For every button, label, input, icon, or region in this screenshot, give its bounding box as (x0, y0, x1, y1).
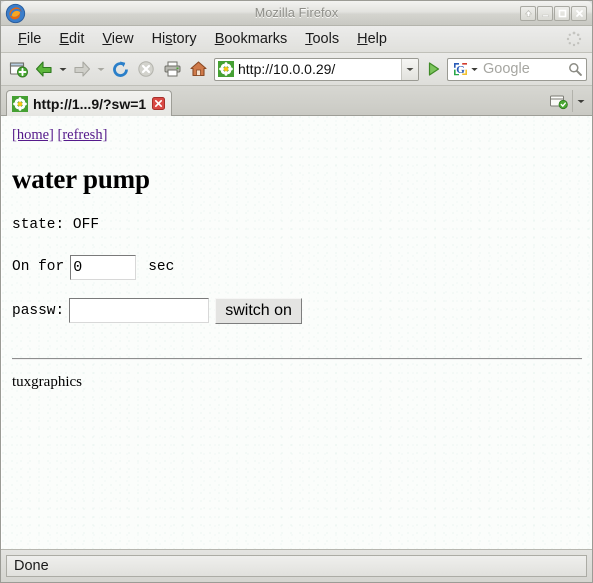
url-dropdown-chevron-down-icon[interactable] (401, 58, 418, 80)
page-favicon-flower-icon (218, 61, 234, 77)
on-for-label: On for (12, 259, 65, 276)
password-input[interactable] (69, 298, 210, 324)
password-label: passw: (12, 302, 65, 319)
close-button[interactable] (571, 5, 587, 21)
reload-icon[interactable] (108, 57, 132, 81)
search-engine-chevron-down-icon[interactable] (469, 67, 480, 72)
link-home[interactable]: [home] (12, 127, 54, 143)
menu-bar: File Edit View History Bookmarks Tools H… (1, 26, 592, 53)
tab-bar: http://1...9/?sw=1 (1, 86, 592, 116)
menu-help[interactable]: Help (348, 29, 396, 49)
page-content: [home] [refresh] water pump state: OFF O… (1, 116, 592, 549)
page-title: water pump (12, 163, 150, 194)
go-arrow-icon[interactable] (423, 57, 445, 81)
status-panel: Done (6, 555, 587, 577)
window-controls (520, 5, 587, 21)
new-tab-icon[interactable] (6, 57, 30, 81)
seconds-input[interactable] (70, 254, 137, 280)
tab-water-pump[interactable]: http://1...9/?sw=1 (6, 90, 173, 116)
forward-dropdown-chevron-down-icon (96, 57, 106, 81)
url-input[interactable]: http://10.0.0.29/ (238, 61, 401, 77)
seconds-unit-label: sec (148, 259, 175, 276)
firefox-logo-icon (5, 3, 26, 23)
menu-tools[interactable]: Tools (296, 29, 348, 49)
search-bar[interactable]: G Google (447, 57, 587, 81)
throbber-idle-icon (566, 31, 582, 47)
page-favicon-flower-icon (12, 95, 28, 112)
device-state: state: OFF (12, 216, 100, 233)
shade-button[interactable] (520, 5, 536, 21)
menu-history[interactable]: History (143, 29, 206, 49)
status-bar: Done (1, 549, 592, 582)
google-g-icon[interactable]: G (451, 61, 469, 77)
status-text: Done (14, 558, 49, 574)
svg-text:G: G (456, 64, 465, 76)
navigation-toolbar: http://10.0.0.29/ G Google (1, 53, 592, 86)
url-bar[interactable]: http://10.0.0.29/ (214, 57, 419, 81)
horizontal-rule (12, 357, 582, 360)
print-icon[interactable] (160, 57, 184, 81)
maximize-button[interactable] (554, 5, 570, 21)
back-dropdown-chevron-down-icon[interactable] (58, 57, 68, 81)
forward-arrow-icon (70, 57, 94, 81)
page-footer: tuxgraphics (12, 373, 82, 390)
link-refresh[interactable]: [refresh] (58, 127, 108, 143)
search-input[interactable]: Google (480, 61, 564, 77)
tab-title: http://1...9/?sw=1 (33, 95, 147, 112)
menu-bookmarks[interactable]: Bookmarks (206, 29, 297, 49)
tab-close-icon[interactable] (151, 96, 166, 111)
list-all-tabs-icon[interactable] (546, 90, 570, 112)
firefox-window: Mozilla Firefox File Edit View History B… (0, 0, 593, 583)
home-icon[interactable] (186, 57, 210, 81)
title-bar[interactable]: Mozilla Firefox (1, 1, 592, 26)
window-title: Mozilla Firefox (254, 6, 339, 20)
page-nav-links: [home] [refresh] (12, 127, 582, 144)
search-magnifier-icon[interactable] (564, 62, 586, 76)
minimize-button[interactable] (537, 5, 553, 21)
tab-bar-controls (546, 90, 592, 115)
switch-on-button[interactable]: switch on (215, 297, 302, 324)
menu-edit[interactable]: Edit (50, 29, 93, 49)
password-row: passw: switch on (12, 297, 582, 324)
duration-row: On for sec (12, 254, 582, 280)
menu-file[interactable]: File (9, 29, 50, 49)
menu-view[interactable]: View (93, 29, 142, 49)
stop-icon (134, 57, 158, 81)
back-arrow-icon[interactable] (32, 57, 56, 81)
alltabs-chevron-down-icon[interactable] (572, 90, 588, 112)
